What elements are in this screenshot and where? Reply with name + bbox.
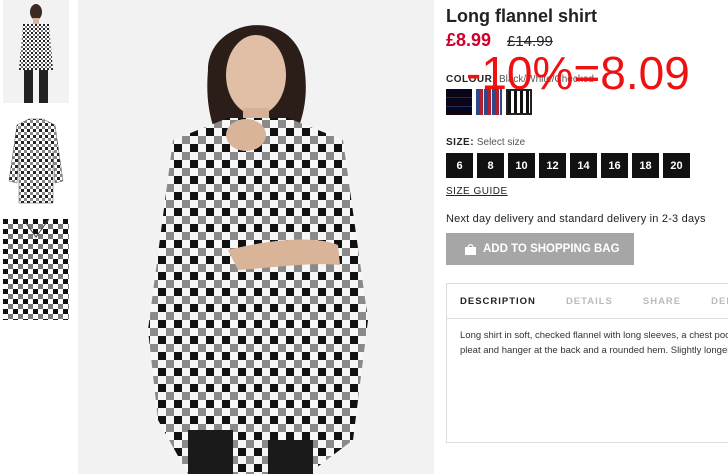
thumbnail-model-front[interactable] [3,0,69,103]
tab-share[interactable]: SHARE [643,296,681,307]
size-button-8[interactable]: 8 [477,153,504,178]
product-info-tabs: DESCRIPTION DETAILS SHARE DELIVERY Long … [446,283,728,443]
size-button-14[interactable]: 14 [570,153,597,178]
add-to-bag-button[interactable]: ADD TO SHOPPING BAG [446,233,634,265]
thumbnail-shirt-flat[interactable] [3,111,69,211]
tab-details[interactable]: DETAILS [566,296,613,307]
shopping-bag-icon [464,243,477,255]
size-prompt: Select size [476,137,526,148]
product-main-image [78,0,434,474]
delivery-info: Next day delivery and standard delivery … [446,213,706,225]
size-guide-link[interactable]: SIZE GUIDE [446,186,508,197]
colour-swatch-red-navy[interactable] [446,89,472,115]
tab-bar: DESCRIPTION DETAILS SHARE DELIVERY [447,284,728,319]
colour-swatch-black-white-selected[interactable] [506,89,532,115]
product-title: Long flannel shirt [446,6,597,26]
size-button-12[interactable]: 12 [539,153,566,178]
description-line: Long shirt in soft, checked flannel with… [460,330,728,341]
size-button-16[interactable]: 16 [601,153,628,178]
tab-delivery[interactable]: DELIVERY [711,296,728,307]
size-button-18[interactable]: 18 [632,153,659,178]
add-to-bag-label: ADD TO SHOPPING BAG [483,243,620,255]
size-options: 6 8 10 12 14 16 18 20 [446,153,690,178]
size-button-20[interactable]: 20 [663,153,690,178]
colour-swatch-blue-red[interactable] [476,89,502,115]
size-label: SIZE: [446,137,475,148]
description-line: pleat and hanger at the back and a round… [460,345,728,356]
size-button-6[interactable]: 6 [446,153,473,178]
tab-description[interactable]: DESCRIPTION [460,296,536,307]
size-button-10[interactable]: 10 [508,153,535,178]
description-text: Long shirt in soft, checked flannel with… [447,319,728,358]
thumbnail-fabric-detail[interactable] [3,219,69,320]
size-selection-row: SIZE: Select size [446,137,525,148]
